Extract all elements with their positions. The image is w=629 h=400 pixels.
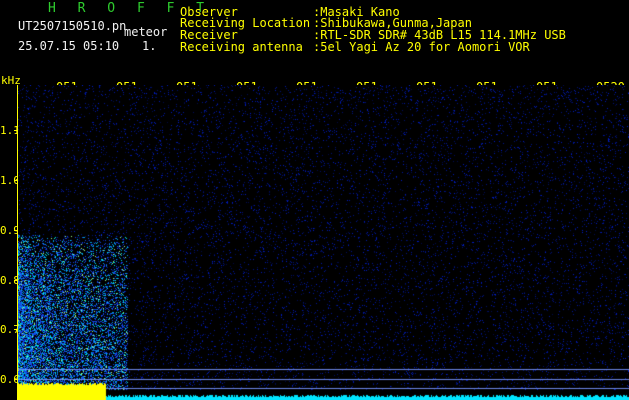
- datetime-label: 25.07.15 05:10: [18, 39, 120, 53]
- filename-label: UT2507150510.pn: [18, 19, 127, 33]
- counter-label: 1.: [142, 39, 157, 53]
- antenna-value: :5el Yagi Az 20 for Aomori VOR: [313, 40, 530, 54]
- meteor-label: meteor: [124, 25, 168, 39]
- antenna-label: Receiving antenna: [180, 40, 303, 54]
- header-panel: H R O F F T UT2507150510.pn meteor 25.07…: [0, 0, 629, 72]
- spectrogram-canvas[interactable]: [18, 85, 629, 400]
